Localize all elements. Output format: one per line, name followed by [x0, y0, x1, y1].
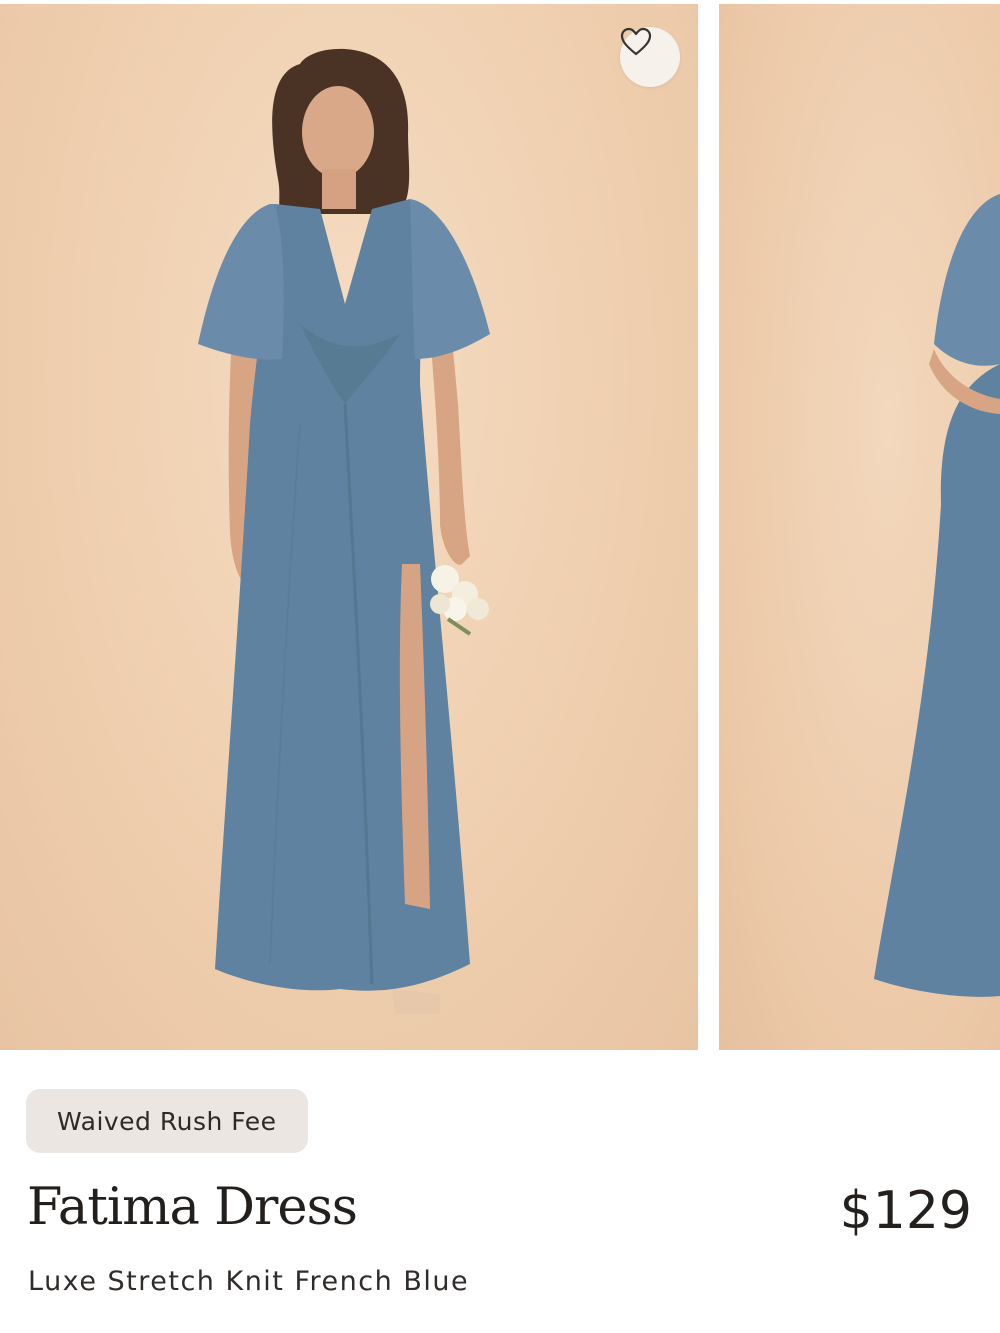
- favorite-button[interactable]: [620, 27, 680, 87]
- image-gallery[interactable]: [0, 0, 1000, 1052]
- model-illustration-side: [874, 194, 1000, 997]
- product-image-next[interactable]: [719, 4, 1000, 1050]
- product-title[interactable]: Fatima Dress: [27, 1179, 358, 1236]
- product-price: $129: [839, 1181, 972, 1241]
- product-image-main[interactable]: [0, 4, 698, 1050]
- model-illustration: [198, 48, 490, 1014]
- badge-label: Waived Rush Fee: [57, 1106, 277, 1136]
- product-card: Waived Rush Fee Fatima Dress $129 Luxe S…: [0, 0, 1000, 1333]
- rush-fee-badge: Waived Rush Fee: [26, 1089, 308, 1153]
- product-subtitle: Luxe Stretch Knit French Blue: [28, 1266, 470, 1297]
